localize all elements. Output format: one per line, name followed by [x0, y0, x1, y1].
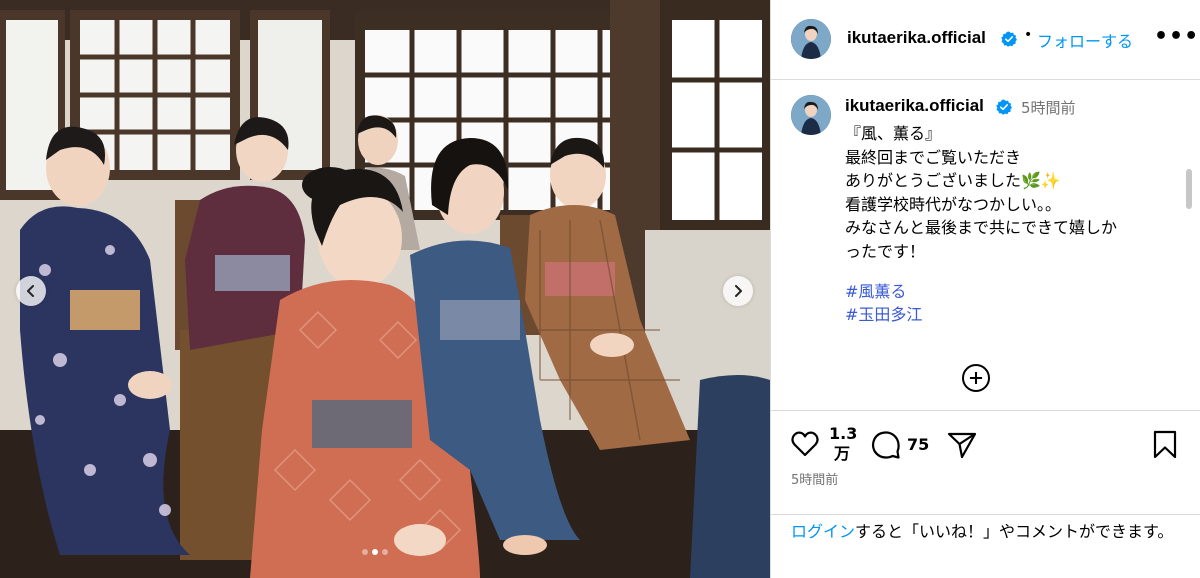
post-photo[interactable] [0, 0, 770, 578]
verified-badge-icon [996, 99, 1012, 115]
verified-badge-icon [1001, 31, 1017, 47]
carousel-dot [362, 549, 368, 555]
like-count-number: 1.3 [829, 424, 858, 443]
post-image [0, 0, 770, 578]
heart-icon[interactable] [791, 431, 819, 457]
caption-line: 最終回までご覧いただき [845, 147, 1022, 167]
caption-line: 看護学校時代がなつかしい。。 [845, 194, 1062, 214]
carousel-dot-active [372, 549, 378, 555]
more-options-button[interactable]: ••• [1154, 24, 1199, 49]
comment-count[interactable]: 75 [907, 435, 929, 454]
like-count[interactable]: 1.3 万 [829, 424, 858, 464]
chevron-left-icon [27, 285, 34, 297]
login-rest-text: すると「いいね！」やコメントができます。 [855, 522, 1174, 541]
carousel-indicator [362, 549, 388, 555]
login-text: ログインすると「いいね！」やコメントができます。 [791, 520, 1186, 544]
like-count-unit: 万 [833, 444, 850, 463]
hashtag-link[interactable]: #風薫る [845, 280, 922, 303]
comment-icon[interactable] [871, 430, 901, 460]
caption-line: ったです！ [845, 241, 926, 261]
paper-plane-icon[interactable] [947, 431, 977, 459]
plus-circle-icon[interactable] [961, 363, 991, 393]
avatar[interactable] [791, 95, 831, 135]
caption-line: 『風、薫る』 [845, 124, 942, 143]
post-timestamp[interactable]: 5時間前 [791, 469, 838, 488]
hashtag-list: #風薫る #玉田多江 [845, 280, 922, 326]
chevron-right-icon [735, 285, 742, 297]
bookmark-icon[interactable] [1152, 430, 1178, 460]
carousel-dot [382, 549, 388, 555]
username-link[interactable]: ikutaerika.official [847, 28, 986, 48]
follow-button[interactable]: フォローする [1037, 28, 1133, 52]
separator-dot: • [1024, 27, 1033, 43]
login-link[interactable]: ログイン [791, 522, 855, 541]
post-actions: 1.3 万 75 5時間前 [771, 410, 1200, 514]
caption-username-link[interactable]: ikutaerika.official [845, 96, 984, 116]
hashtag-link[interactable]: #玉田多江 [845, 303, 922, 326]
carousel-prev-button[interactable] [16, 276, 46, 306]
avatar[interactable] [791, 19, 831, 59]
post-sidebar: ikutaerika.official • フォローする ••• ikutaer… [770, 0, 1200, 578]
caption-text: 『風、薫る』 最終回までご覧いただき ありがとうございました🌿✨ 看護学校時代が… [845, 122, 1165, 263]
caption-time: 5時間前 [1021, 99, 1076, 117]
caption-scrollbar[interactable] [1186, 169, 1192, 209]
caption-section: ikutaerika.official 5時間前 『風、薫る』 最終回までご覧い… [771, 81, 1200, 410]
carousel-next-button[interactable] [723, 276, 753, 306]
post-header: ikutaerika.official • フォローする ••• [771, 0, 1200, 80]
login-prompt: ログインすると「いいね！」やコメントができます。 [771, 514, 1200, 578]
caption-line: みなさんと最後まで共にできて嬉しか [845, 218, 1118, 237]
caption-line: ありがとうございました🌿✨ [845, 171, 1061, 190]
